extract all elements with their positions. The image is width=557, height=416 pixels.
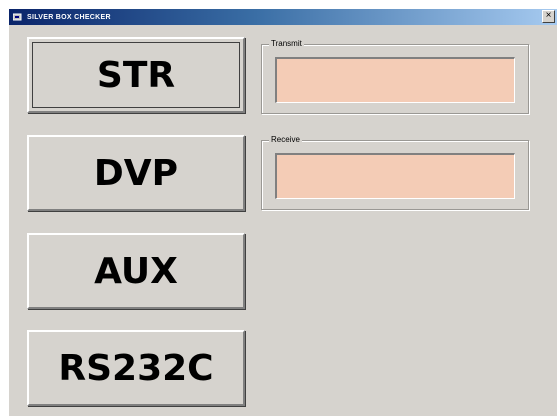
str-button-label: STR	[96, 54, 176, 96]
close-icon: ×	[545, 10, 552, 21]
str-button[interactable]: STR	[27, 37, 245, 113]
rs232c-button-label: RS232C	[58, 347, 214, 389]
title-bar[interactable]: SILVER BOX CHECKER ×	[9, 9, 557, 25]
transmit-field[interactable]	[275, 57, 515, 103]
rs232c-button[interactable]: RS232C	[27, 330, 245, 406]
close-button[interactable]: ×	[542, 10, 555, 23]
app-window: SILVER BOX CHECKER × STR DVP AUX RS232C …	[8, 8, 557, 416]
dvp-button[interactable]: DVP	[27, 135, 245, 211]
receive-groupbox: Receive	[261, 135, 529, 210]
receive-label: Receive	[269, 135, 302, 144]
transmit-label: Transmit	[269, 39, 304, 48]
app-icon	[13, 12, 23, 22]
receive-field[interactable]	[275, 153, 515, 199]
dvp-button-label: DVP	[93, 152, 179, 194]
transmit-groupbox: Transmit	[261, 39, 529, 114]
aux-button-label: AUX	[94, 250, 178, 292]
aux-button[interactable]: AUX	[27, 233, 245, 309]
window-title: SILVER BOX CHECKER	[27, 13, 111, 21]
